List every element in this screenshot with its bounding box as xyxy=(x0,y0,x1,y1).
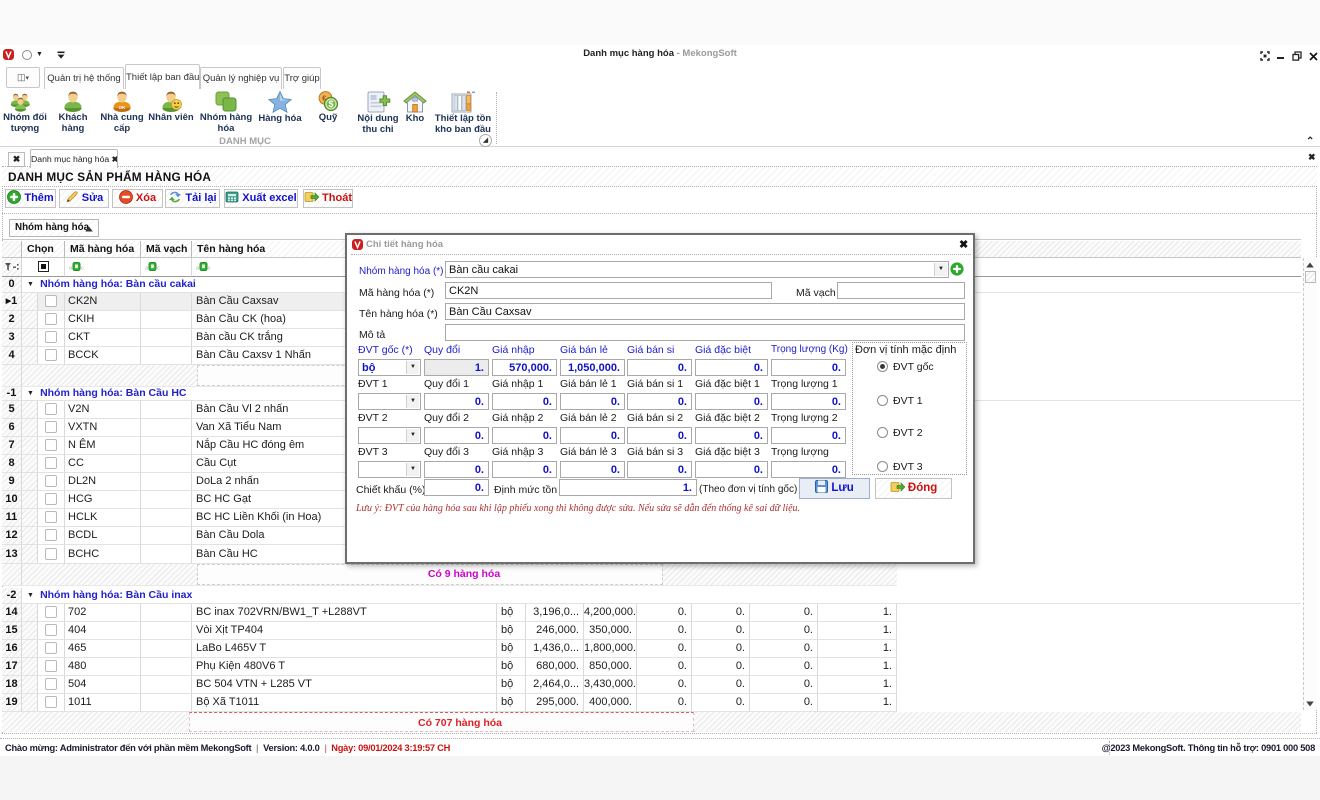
svg-text:$: $ xyxy=(328,99,333,109)
svg-text:c: c xyxy=(208,266,211,272)
svg-text:c: c xyxy=(81,266,84,272)
svg-text:a: a xyxy=(69,266,73,272)
svg-text:c: c xyxy=(157,266,160,272)
svg-text:a: a xyxy=(196,266,200,272)
svg-text:OK: OK xyxy=(119,105,127,110)
svg-text:a: a xyxy=(145,266,149,272)
